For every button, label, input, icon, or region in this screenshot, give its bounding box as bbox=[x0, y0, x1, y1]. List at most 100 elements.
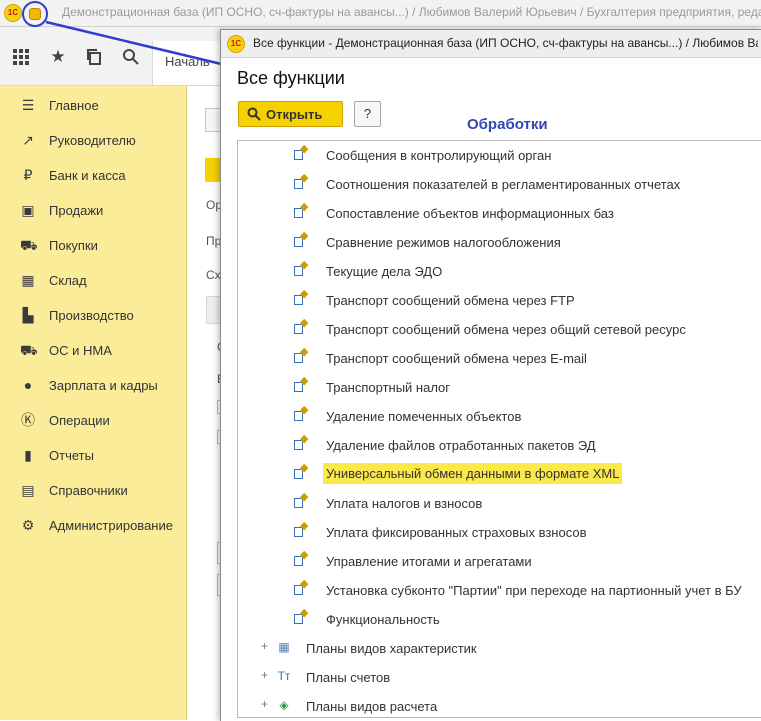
operations-icon: Ⓚ bbox=[21, 412, 35, 428]
sidebar-item[interactable]: ▙ Производство bbox=[0, 298, 186, 333]
page-title: Все функции bbox=[237, 68, 345, 88]
list-item[interactable]: ◆ Транспорт сообщений обмена через E-mail bbox=[238, 344, 761, 373]
popup-logo: 1С bbox=[227, 35, 245, 53]
list-item-label: Транспорт сообщений обмена через общий с… bbox=[326, 322, 686, 337]
processing-icon: ◆ bbox=[294, 231, 310, 249]
warehouse-icon: ▦ bbox=[21, 272, 35, 288]
list-item[interactable]: ◆ Соотношения показателей в регламентиров… bbox=[238, 170, 761, 199]
sidebar-item-label: Банк и касса bbox=[49, 168, 126, 183]
list-item-label: Сообщения в контролирующий орган bbox=[326, 148, 552, 163]
sidebar-item[interactable]: ▮ Отчеты bbox=[0, 438, 186, 473]
list-item-label: Транспортный налог bbox=[326, 380, 451, 395]
table-icon: ▦ bbox=[278, 640, 290, 654]
all-functions-window: 1С Все функции - Демонстрационная база (… bbox=[220, 29, 761, 721]
processing-icon: ◆ bbox=[294, 608, 310, 626]
menu-lines-icon: ☰ bbox=[21, 97, 35, 113]
gear-icon: ⚙ bbox=[21, 517, 35, 533]
processing-icon: ◆ bbox=[294, 260, 310, 278]
list-item[interactable]: ◆ Транспорт сообщений обмена через общий … bbox=[238, 315, 761, 344]
processing-icon: ◆ bbox=[294, 173, 310, 191]
section-label: Обработки bbox=[467, 116, 548, 133]
list-item[interactable]: ◆ Универсальный обмен данными в формате X… bbox=[238, 460, 761, 489]
sidebar-item[interactable]: ▦ Склад bbox=[0, 263, 186, 298]
processing-icon: ◆ bbox=[294, 492, 310, 510]
cart-icon: ⛟ bbox=[20, 237, 38, 253]
truck-icon: ⛟ bbox=[20, 342, 38, 358]
sidebar-item-label: Справочники bbox=[49, 483, 128, 498]
processing-icon: ◆ bbox=[294, 579, 310, 597]
list-item[interactable]: ◆ Транспорт сообщений обмена через FTP bbox=[238, 286, 761, 315]
processing-icon: ◆ bbox=[294, 376, 310, 394]
list-item-label: Установка субконто "Партии" при переходе… bbox=[326, 583, 742, 598]
sidebar-item-label: Руководителю bbox=[49, 133, 136, 148]
sidebar-item[interactable]: ↗ Руководителю bbox=[0, 123, 186, 158]
list-item[interactable]: ◆ Сравнение режимов налогообложения bbox=[238, 228, 761, 257]
person-icon: ● bbox=[23, 377, 33, 393]
star-icon[interactable]: ★ bbox=[49, 48, 67, 66]
processing-icon: ◆ bbox=[294, 405, 310, 423]
sidebar-item[interactable]: ⚙ Администрирование bbox=[0, 508, 186, 543]
accounts-icon: Tт bbox=[277, 669, 291, 683]
list-item[interactable]: ◆ Транспортный налог bbox=[238, 373, 761, 402]
tree-group[interactable]: + Tт Планы счетов bbox=[238, 663, 761, 692]
expand-icon[interactable]: + bbox=[260, 698, 269, 710]
list-item[interactable]: ◆ Управление итогами и агрегатами bbox=[238, 547, 761, 576]
main-menu-button[interactable] bbox=[22, 1, 48, 27]
chart-icon: ▮ bbox=[24, 447, 32, 463]
expand-icon[interactable]: + bbox=[260, 640, 269, 652]
search-icon[interactable] bbox=[122, 48, 140, 66]
sidebar-item[interactable]: ☰ Главное bbox=[0, 88, 186, 123]
sidebar-item[interactable]: ⛟ Покупки bbox=[0, 228, 186, 263]
main-window-title: Демонстрационная база (ИП ОСНО, сч-факту… bbox=[62, 5, 761, 19]
list-item-label: Уплата налогов и взносов bbox=[326, 496, 483, 511]
processing-icon: ◆ bbox=[294, 202, 310, 220]
list-item-label: Транспорт сообщений обмена через FTP bbox=[326, 293, 575, 308]
list-item[interactable]: ◆ Уплата фиксированных страховых взносов bbox=[238, 518, 761, 547]
list-item[interactable]: ◆ Сопоставление объектов информационных б… bbox=[238, 199, 761, 228]
sidebar-item-label: Продажи bbox=[49, 203, 104, 218]
layers-icon: ◈ bbox=[279, 698, 289, 712]
sidebar-item[interactable]: Ⓚ Операции bbox=[0, 403, 186, 438]
search-icon bbox=[247, 107, 261, 124]
sidebar-item[interactable]: ▤ Справочники bbox=[0, 473, 186, 508]
list-item[interactable]: ◆ Текущие дела ЭДО bbox=[238, 257, 761, 286]
list-item[interactable]: ◆ Удаление помеченных объектов bbox=[238, 402, 761, 431]
list-item-label: Уплата фиксированных страховых взносов bbox=[326, 525, 587, 540]
app-logo: 1С bbox=[4, 4, 22, 22]
history-icon[interactable] bbox=[86, 48, 104, 66]
sidebar-item[interactable]: ₽ Банк и касса bbox=[0, 158, 186, 193]
list-item-label: Управление итогами и агрегатами bbox=[326, 554, 532, 569]
popup-window-title: Все функции - Демонстрационная база (ИП … bbox=[253, 36, 758, 50]
processing-icon: ◆ bbox=[294, 550, 310, 568]
list-item[interactable]: ◆ Уплата налогов и взносов bbox=[238, 489, 761, 518]
main-titlebar: 1С Демонстрационная база (ИП ОСНО, сч-фа… bbox=[0, 0, 761, 27]
sidebar-item-label: Зарплата и кадры bbox=[49, 378, 158, 393]
processing-icon: ◆ bbox=[294, 347, 310, 365]
list-item[interactable]: ◆ Функциональность bbox=[238, 605, 761, 634]
list-item-label: Транспорт сообщений обмена через E-mail bbox=[326, 351, 587, 366]
list-item[interactable]: ◆ Удаление файлов отработанных пакетов ЭД bbox=[238, 431, 761, 460]
open-button-label: Открыть bbox=[266, 107, 323, 122]
popup-titlebar: 1С Все функции - Демонстрационная база (… bbox=[221, 30, 761, 58]
apps-grid-icon[interactable] bbox=[12, 48, 30, 66]
processing-icon: ◆ bbox=[294, 521, 310, 539]
books-icon: ▤ bbox=[21, 482, 35, 498]
functions-tree: ◆ Сообщения в контролирующий орган ◆ Соотно… bbox=[237, 140, 761, 718]
help-button[interactable]: ? bbox=[354, 101, 381, 127]
list-item-label: Сравнение режимов налогообложения bbox=[326, 235, 561, 250]
sidebar-item-label: Администрирование bbox=[49, 518, 173, 533]
sidebar-item-label: Склад bbox=[49, 273, 87, 288]
list-item-label: Функциональность bbox=[326, 612, 440, 627]
open-button[interactable]: Открыть bbox=[238, 101, 343, 127]
processing-icon: ◆ bbox=[294, 434, 310, 452]
list-item[interactable]: ◆ Установка субконто "Партии" при переход… bbox=[238, 576, 761, 605]
sidebar-item[interactable]: ▣ Продажи bbox=[0, 193, 186, 228]
list-item[interactable]: ◆ Сообщения в контролирующий орган bbox=[238, 141, 761, 170]
list-item-label: Соотношения показателей в регламентирова… bbox=[326, 177, 681, 192]
tree-group[interactable]: + ▦ Планы видов характеристик bbox=[238, 634, 761, 663]
bg-text-fragment: Сх bbox=[206, 268, 221, 282]
expand-icon[interactable]: + bbox=[260, 669, 269, 681]
tree-group[interactable]: + ◈ Планы видов расчета bbox=[238, 692, 761, 717]
sidebar-item[interactable]: ● Зарплата и кадры bbox=[0, 368, 186, 403]
sidebar-item[interactable]: ⛟ ОС и НМА bbox=[0, 333, 186, 368]
